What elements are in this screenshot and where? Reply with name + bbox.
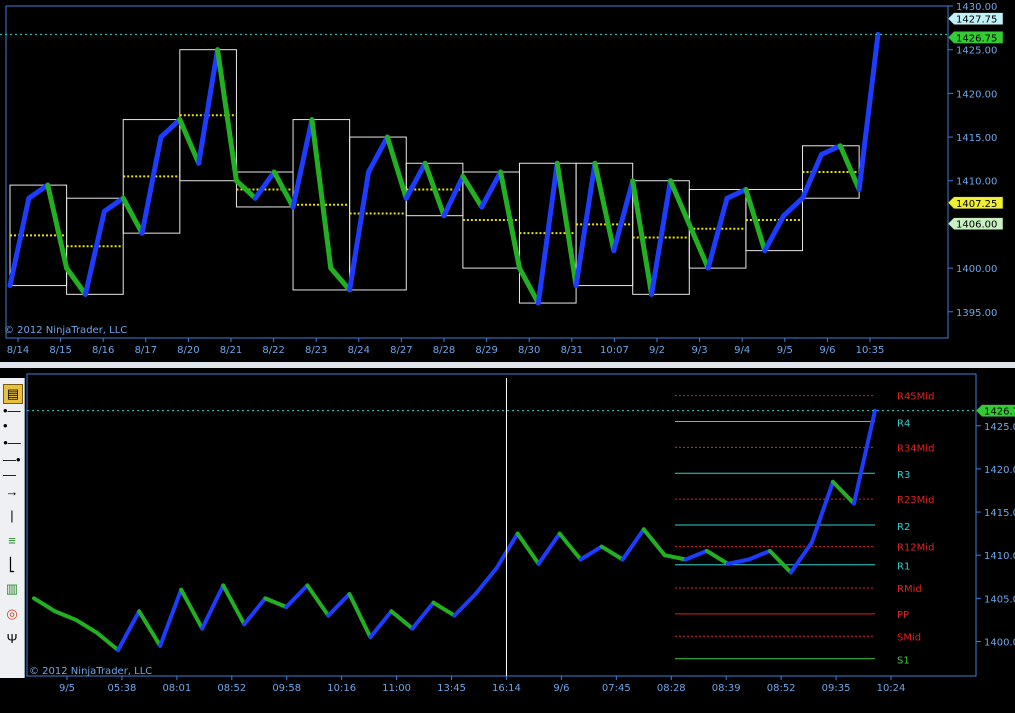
bottom-copyright: © 2012 NinjaTrader, LLC	[29, 666, 152, 677]
x-tick-label: 08:01	[162, 683, 191, 694]
x-tick-label: 16:14	[492, 683, 521, 694]
extended-line-icon[interactable]: —•—	[3, 452, 21, 482]
x-tick-label: 08:28	[657, 683, 686, 694]
y-tick-label: 1415.00	[984, 508, 1015, 519]
top-renko-chart[interactable]: 1395.001400.001405.001410.001415.001420.…	[0, 0, 1015, 362]
price-tag-label: 1427.75	[956, 15, 997, 26]
andrews-pitchfork-icon[interactable]: Ψ	[3, 629, 21, 647]
price-tag: 1406.00	[947, 217, 1004, 231]
x-tick-label: 07:45	[602, 683, 631, 694]
pivot-label: R12Mid	[897, 543, 934, 554]
x-tick-label: 9/4	[734, 345, 750, 356]
y-tick-label: 1420.00	[984, 465, 1015, 476]
x-tick-label: 8/16	[92, 345, 114, 356]
x-tick-label: 11:00	[382, 683, 411, 694]
x-tick-label: 8/23	[305, 345, 327, 356]
x-tick-label: 10:16	[327, 683, 356, 694]
x-tick-label: 9/5	[59, 683, 75, 694]
x-tick-label: 09:35	[822, 683, 851, 694]
x-tick-label: 8/14	[7, 345, 29, 356]
y-tick-label: 1415.00	[956, 133, 997, 144]
price-tag: 1407.25	[947, 196, 1004, 210]
x-tick-label: 8/27	[390, 345, 412, 356]
y-tick-label: 1425.00	[956, 46, 997, 57]
pivot-label: R1	[897, 562, 910, 573]
x-tick-label: 09:58	[272, 683, 301, 694]
x-tick-label: 8/24	[348, 345, 370, 356]
y-tick-label: 1430.00	[956, 2, 997, 13]
horizontal-lines-icon[interactable]: ≡	[3, 531, 21, 549]
x-tick-label: 08:39	[712, 683, 741, 694]
fibonacci-icon[interactable]: ⎣	[3, 556, 21, 574]
x-tick-label: 8/31	[561, 345, 583, 356]
pivot-label: R34Mid	[897, 443, 934, 454]
x-tick-label: 10:07	[600, 345, 629, 356]
bottom-renko-chart[interactable]: R45Mid R4 R34Mid R3 R23Mid R2 R12Mid R1 RMid PP SM…	[0, 368, 1015, 713]
x-tick-label: 08:52	[767, 683, 796, 694]
x-tick-label: 9/2	[649, 345, 665, 356]
y-tick-label: 1410.00	[956, 177, 997, 188]
y-tick-label: 1405.00	[984, 594, 1015, 605]
top-copyright: © 2012 NinjaTrader, LLC	[4, 325, 127, 336]
arrow-icon[interactable]: →	[3, 482, 21, 500]
vertical-line-icon[interactable]: |	[3, 507, 21, 525]
ray-icon[interactable]: •—	[3, 433, 21, 451]
x-tick-label: 8/29	[475, 345, 497, 356]
price-tag-label: 1407.25	[956, 199, 997, 210]
x-tick-label: 05:38	[108, 683, 137, 694]
price-tag: 1427.75	[947, 12, 1004, 26]
y-tick-label: 1425.00	[984, 422, 1015, 433]
x-tick-label: 10:35	[856, 345, 885, 356]
price-tag-label: 1426.75	[984, 407, 1015, 418]
y-tick-label: 1410.00	[984, 551, 1015, 562]
x-tick-label: 8/28	[433, 345, 455, 356]
pivot-label: R4	[897, 418, 910, 429]
drawing-toolbar: ▤ •—• •— —•— → | ≡ ⎣ ▥ ◎ Ψ	[0, 378, 25, 678]
pivot-label: R23Mid	[897, 495, 934, 506]
x-tick-label: 9/5	[777, 345, 793, 356]
x-tick-label: 9/3	[692, 345, 708, 356]
price-tag-label: 1426.75	[956, 33, 997, 44]
pivot-label: RMid	[897, 584, 922, 595]
line-icon[interactable]: •—•	[3, 403, 21, 433]
ruler-icon[interactable]: ▤	[3, 384, 23, 404]
price-tag: 1426.75	[947, 31, 1004, 44]
price-tag: 1426.75	[975, 404, 1015, 418]
x-tick-label: 9/6	[553, 683, 569, 694]
pivot-label: S1	[897, 656, 910, 667]
x-tick-label: 8/30	[518, 345, 540, 356]
pivot-label: PP	[897, 610, 909, 621]
y-tick-label: 1400.00	[984, 637, 1015, 648]
x-tick-label: 13:45	[437, 683, 466, 694]
x-tick-label: 10:24	[877, 683, 906, 694]
y-tick-label: 1400.00	[956, 264, 997, 275]
x-tick-label: 8/21	[220, 345, 242, 356]
bottom-plot-background	[0, 368, 1015, 713]
y-tick-label: 1395.00	[956, 308, 997, 319]
x-tick-label: 08:52	[217, 683, 246, 694]
x-tick-label: 8/17	[135, 345, 157, 356]
x-tick-label: 9/6	[819, 345, 835, 356]
bars-icon[interactable]: ▥	[3, 580, 21, 598]
pivot-label: R45Mid	[897, 392, 934, 403]
pivot-label: R3	[897, 470, 910, 481]
x-tick-label: 8/15	[49, 345, 71, 356]
circle-icon[interactable]: ◎	[3, 605, 21, 623]
pivot-label: R2	[897, 522, 910, 533]
x-tick-label: 8/22	[262, 345, 284, 356]
x-tick-label: 8/20	[177, 345, 199, 356]
price-tag-label: 1406.00	[956, 220, 997, 231]
pivot-label: SMid	[897, 632, 921, 643]
y-tick-label: 1420.00	[956, 89, 997, 100]
